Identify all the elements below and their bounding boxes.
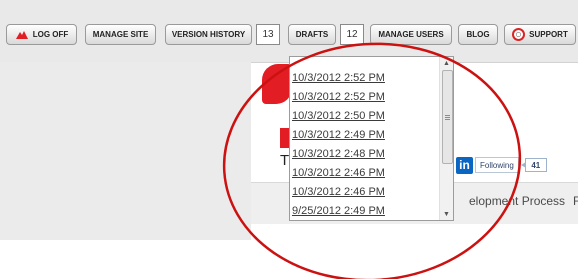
version-item[interactable]: 10/3/2012 2:46 PM [290,183,439,202]
scroll-down-arrow-icon[interactable]: ▼ [440,208,453,220]
version-history-button[interactable]: VERSION HISTORY [165,24,252,45]
linkedin-follow-widget[interactable]: in Following 41 [456,156,547,174]
version-history-count[interactable]: 13 [256,24,280,45]
version-item[interactable]: 10/3/2012 2:52 PM [290,88,439,107]
dropdown-scrollbar[interactable]: ▲ ▼ [439,57,453,220]
lifebuoy-icon [512,28,526,41]
scroll-up-arrow-icon[interactable]: ▲ [440,57,453,69]
blog-label: BLOG [466,30,490,39]
version-history-dropdown[interactable]: 10/3/2012 2:52 PM 10/3/2012 2:52 PM 10/3… [289,56,454,221]
version-item[interactable]: 10/3/2012 2:52 PM [290,69,439,88]
nav-item-development-process[interactable]: elopment Process [469,194,565,208]
blog-button[interactable]: BLOG [458,24,498,45]
scrollbar-grip [445,115,450,116]
content-panel [0,62,251,240]
linkedin-follower-count: 41 [520,158,547,172]
version-item[interactable]: 10/3/2012 2:48 PM [290,145,439,164]
manage-users-button[interactable]: MANAGE USERS [370,24,452,45]
drafts-count[interactable]: 12 [340,24,364,45]
scrollbar-thumb[interactable] [442,70,453,164]
drafts-button[interactable]: DRAFTS [288,24,336,45]
version-history-label: VERSION HISTORY [171,30,246,39]
logoff-icon [15,30,29,40]
manage-users-label: MANAGE USERS [378,30,444,39]
nav-item-next[interactable]: F [573,194,578,208]
support-button[interactable]: SUPPORT [504,24,576,45]
linkedin-icon: in [456,156,473,174]
drafts-label: DRAFTS [295,30,329,39]
log-off-button[interactable]: LOG OFF [6,24,77,45]
version-item[interactable]: 10/3/2012 2:50 PM [290,107,439,126]
log-off-label: LOG OFF [32,30,69,39]
support-label: SUPPORT [529,30,568,39]
admin-toolbar: LOG OFF MANAGE SITE VERSION HISTORY 13 D… [0,0,578,63]
logo-mark-top [262,64,292,104]
logo-letter: T [280,152,290,169]
manage-site-label: MANAGE SITE [92,30,149,39]
linkedin-following-button[interactable]: Following [475,157,519,173]
version-item[interactable]: 10/3/2012 2:49 PM [290,126,439,145]
version-item[interactable]: 9/25/2012 2:49 PM [290,202,439,220]
version-item[interactable]: 10/3/2012 2:46 PM [290,164,439,183]
manage-site-button[interactable]: MANAGE SITE [85,24,156,45]
version-list: 10/3/2012 2:52 PM 10/3/2012 2:52 PM 10/3… [290,57,439,220]
